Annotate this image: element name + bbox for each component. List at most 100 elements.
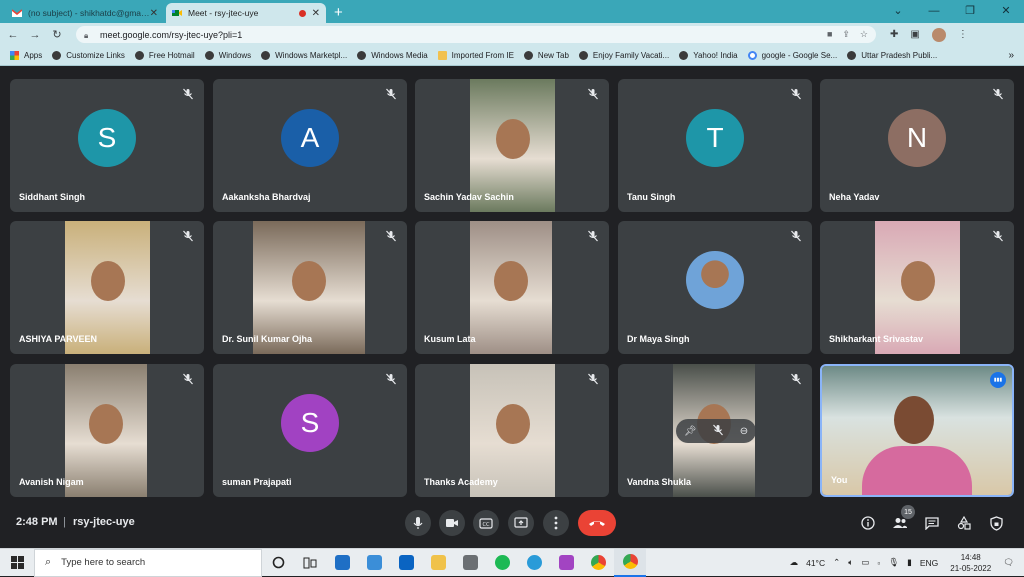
participant-tile[interactable]: Ssuman Prajapati — [213, 364, 407, 497]
new-tab-button[interactable]: + — [334, 3, 343, 23]
mic-off-icon — [992, 87, 1004, 100]
restore-icon[interactable]: ❐ — [952, 0, 988, 23]
share-icon[interactable]: ⇪ — [842, 29, 850, 40]
close-tab-icon[interactable]: ✕ — [150, 8, 158, 19]
mail-app-icon[interactable] — [390, 549, 422, 577]
camera-icon — [446, 519, 458, 527]
person-face — [894, 396, 934, 444]
speaker-icon[interactable]: 🔈︎ — [848, 557, 853, 568]
more-options-button[interactable] — [543, 510, 569, 536]
camera-in-use-icon[interactable]: ■ — [827, 29, 832, 40]
participant-tile[interactable]: ▮▮▮ You — [820, 364, 1014, 497]
bookmark-item[interactable]: Uttar Pradesh Publi... — [847, 51, 937, 60]
bookmark-item[interactable]: Enjoy Family Vacati... — [578, 51, 669, 60]
camera-button[interactable] — [439, 510, 465, 536]
address-bar[interactable]: 🔒︎ meet.google.com/rsy-jtec-uye?pli=1 ■ … — [76, 26, 876, 43]
bookmark-item[interactable]: New Tab — [523, 51, 569, 60]
person-face — [495, 403, 530, 444]
file-explorer-icon[interactable] — [422, 549, 454, 577]
side-panel-icon[interactable]: ▣ — [910, 29, 919, 40]
tab-gmail[interactable]: (no subject) - shikhatdc@gmail.c ✕ — [6, 3, 164, 23]
bookmark-item[interactable]: google - Google Se... — [747, 51, 838, 60]
more-menu-icon[interactable]: ⋮ — [958, 29, 968, 40]
more-bookmarks-icon[interactable]: » — [1008, 50, 1014, 61]
weather-temp[interactable]: 41°C — [806, 558, 825, 568]
bookmark-item[interactable]: Windows — [204, 51, 251, 60]
clock[interactable]: 14:48 21-05-2022 — [950, 552, 991, 574]
participant-tile[interactable]: Dr Maya Singh — [618, 221, 812, 354]
chrome-active-icon[interactable] — [614, 548, 646, 577]
mic-off-icon — [587, 372, 599, 385]
present-button[interactable] — [508, 510, 534, 536]
tab-meet[interactable]: Meet - rsy-jtec-uye ✕ — [166, 3, 326, 23]
bookmark-item[interactable]: Free Hotmail — [134, 51, 195, 60]
microphone-button[interactable] — [405, 510, 431, 536]
back-icon[interactable]: ← — [4, 29, 22, 41]
remove-participant-icon[interactable]: ⊖ — [740, 426, 748, 437]
start-button[interactable] — [0, 556, 34, 569]
bookmark-label: google - Google Se... — [761, 51, 838, 60]
store-app-icon[interactable] — [326, 549, 358, 577]
language-indicator[interactable]: ENG — [920, 558, 938, 568]
minimize-icon[interactable]: — — [916, 0, 952, 23]
gmail-icon — [11, 8, 23, 18]
chrome-icon[interactable] — [582, 549, 614, 577]
close-window-icon[interactable]: ✕ — [988, 0, 1024, 23]
activities-icon[interactable] — [955, 514, 973, 532]
end-call-button[interactable] — [578, 510, 616, 536]
lock-icon[interactable]: 🔒︎ — [84, 31, 92, 40]
participant-tile[interactable]: Avanish Nigam — [10, 364, 204, 497]
forward-icon[interactable]: → — [26, 29, 44, 41]
weather-icon[interactable]: ☁ — [790, 557, 799, 568]
reload-icon[interactable]: ↻ — [48, 28, 66, 41]
bookmark-item[interactable]: Windows Marketpl... — [261, 51, 347, 60]
spotify-icon[interactable] — [486, 549, 518, 577]
meeting-details-icon[interactable] — [859, 514, 877, 532]
bookmark-item[interactable]: Imported From IE — [437, 51, 514, 60]
bookmark-label: Free Hotmail — [148, 51, 195, 60]
host-controls-icon[interactable] — [987, 514, 1005, 532]
chevron-down-icon[interactable]: ⌄ — [880, 0, 916, 23]
edge-browser-icon[interactable] — [518, 549, 550, 577]
notifications-icon[interactable]: 🗨︎ — [1003, 557, 1014, 568]
participant-tile[interactable]: ASHIYA PARVEEN — [10, 221, 204, 354]
bookmark-item[interactable]: Customize Links — [52, 51, 125, 60]
participant-tile[interactable]: Sachin Yadav Sachin — [415, 79, 609, 212]
bookmark-item[interactable]: Windows Media — [357, 51, 428, 60]
profile-avatar[interactable] — [931, 27, 946, 42]
cortana-icon[interactable] — [262, 549, 294, 577]
pin-icon[interactable]: 📌︎ — [684, 426, 697, 437]
chat-icon[interactable] — [923, 514, 941, 532]
participant-name: Neha Yadav — [829, 192, 880, 202]
participant-tile[interactable]: S Siddhant Singh — [10, 79, 204, 212]
captions-button[interactable]: CC — [473, 510, 499, 536]
windows-taskbar: ⌕ Type here to search ☁ 41°C ⌃ 🔈︎ ▭ ▫ 🎙︎… — [0, 548, 1024, 577]
network-icon[interactable]: ▭ — [861, 557, 869, 568]
chevron-up-icon[interactable]: ⌃ — [833, 557, 840, 568]
mute-participant-icon[interactable] — [712, 424, 724, 439]
photos-app-icon[interactable] — [358, 549, 390, 577]
onenote-icon[interactable] — [550, 549, 582, 577]
participant-tile[interactable]: Dr. Sunil Kumar Ojha — [213, 221, 407, 354]
battery-icon[interactable]: ▮ — [907, 557, 912, 568]
participant-tile[interactable]: T Tanu Singh — [618, 79, 812, 212]
bookmark-item[interactable]: Yahoo! India — [679, 51, 738, 60]
participant-tile[interactable]: A Aakanksha Bhardvaj — [213, 79, 407, 212]
close-tab-icon[interactable]: ✕ — [312, 8, 320, 19]
mic-tray-icon[interactable]: 🎙︎ — [888, 557, 899, 568]
participant-tile[interactable]: 📌︎ ⊖ Vandna Shukla — [618, 364, 812, 497]
participant-tile[interactable]: Kusum Lata — [415, 221, 609, 354]
participant-tile[interactable]: Thanks Academy — [415, 364, 609, 497]
bookmark-star-icon[interactable]: ☆ — [860, 29, 868, 40]
task-view-icon[interactable] — [294, 549, 326, 577]
taskbar-search[interactable]: ⌕ Type here to search — [34, 548, 262, 577]
participant-tile[interactable]: Shikharkant Srivastav — [820, 221, 1014, 354]
camera-app-icon[interactable] — [454, 549, 486, 577]
participant-tile[interactable]: N Neha Yadav — [820, 79, 1014, 212]
participant-name: Sachin Yadav Sachin — [424, 192, 514, 202]
self-video-feed — [822, 366, 1012, 495]
extensions-icon[interactable]: ✚ — [890, 29, 898, 40]
people-icon[interactable] — [891, 514, 909, 532]
camera-tray-icon[interactable]: ▫ — [877, 558, 880, 568]
bookmark-item[interactable]: Apps — [10, 51, 42, 60]
